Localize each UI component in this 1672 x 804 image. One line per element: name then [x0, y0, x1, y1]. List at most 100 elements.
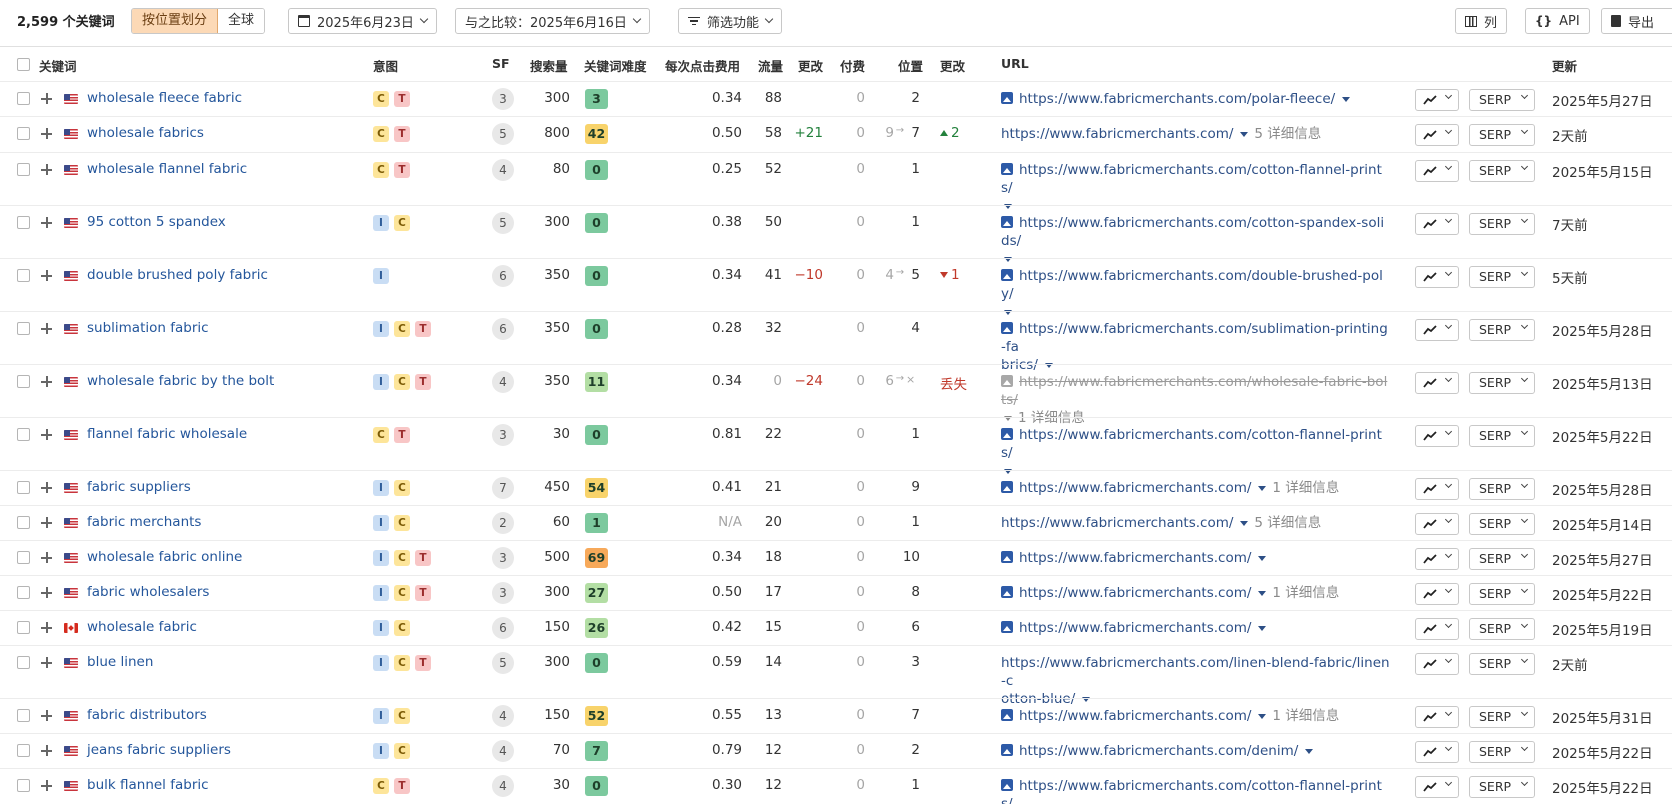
header-position[interactable]: 位置 [898, 56, 923, 75]
row-checkbox[interactable] [17, 481, 30, 494]
sf-badge[interactable]: 4 [492, 371, 514, 393]
chart-dropdown-button[interactable] [1415, 372, 1459, 394]
header-position-change[interactable]: 更改 [940, 56, 965, 75]
details-link[interactable]: 1 详细信息 [1272, 585, 1339, 601]
url-link[interactable]: https://www.fabricmerchants.com/linen-bl… [1001, 655, 1390, 689]
url-link[interactable]: https://www.fabricmerchants.com/ [1001, 126, 1233, 142]
add-keyword-icon[interactable] [41, 376, 52, 387]
keyword-link[interactable]: 95 cotton 5 spandex [87, 214, 226, 230]
header-updated[interactable]: 更新 [1552, 56, 1577, 75]
keyword-link[interactable]: wholesale fabrics [87, 125, 204, 141]
row-checkbox[interactable] [17, 375, 30, 388]
header-cpc[interactable]: 每次点击费用 [665, 56, 740, 75]
serp-dropdown-button[interactable]: SERP [1469, 124, 1535, 146]
add-keyword-icon[interactable] [41, 587, 52, 598]
url-link[interactable]: https://www.fabricmerchants.com/ [1019, 550, 1251, 566]
add-keyword-icon[interactable] [41, 622, 52, 633]
serp-dropdown-button[interactable]: SERP [1469, 160, 1535, 182]
url-link[interactable]: https://www.fabricmerchants.com/cotton-f… [1001, 778, 1382, 804]
serp-dropdown-button[interactable]: SERP [1469, 548, 1535, 570]
chart-dropdown-button[interactable] [1415, 653, 1459, 675]
chart-dropdown-button[interactable] [1415, 319, 1459, 341]
url-link[interactable]: https://www.fabricmerchants.com/ [1019, 480, 1251, 496]
export-button[interactable]: 导出 [1601, 8, 1672, 34]
serp-dropdown-button[interactable]: SERP [1469, 213, 1535, 235]
sf-badge[interactable]: 5 [492, 123, 514, 145]
api-button[interactable]: {} API [1525, 8, 1590, 34]
url-link[interactable]: https://www.fabricmerchants.com/ [1019, 708, 1251, 724]
url-link[interactable]: https://www.fabricmerchants.com/cotton-f… [1001, 427, 1382, 461]
url-link[interactable]: https://www.fabricmerchants.com/ [1019, 620, 1251, 636]
add-keyword-icon[interactable] [41, 164, 52, 175]
row-checkbox[interactable] [17, 709, 30, 722]
sf-badge[interactable]: 3 [492, 547, 514, 569]
url-link[interactable]: https://www.fabricmerchants.com/sublimat… [1001, 321, 1388, 355]
sf-badge[interactable]: 3 [492, 582, 514, 604]
add-keyword-icon[interactable] [41, 323, 52, 334]
row-checkbox[interactable] [17, 269, 30, 282]
details-link[interactable]: 5 详细信息 [1254, 126, 1321, 142]
chart-dropdown-button[interactable] [1415, 618, 1459, 640]
keyword-link[interactable]: fabric merchants [87, 514, 201, 530]
url-link-continued[interactable]: brics/ [1001, 357, 1038, 373]
chart-dropdown-button[interactable] [1415, 266, 1459, 288]
chevron-down-icon[interactable] [1240, 132, 1249, 137]
row-checkbox[interactable] [17, 779, 30, 792]
details-link[interactable]: 5 详细信息 [1254, 515, 1321, 531]
header-url[interactable]: URL [1001, 56, 1029, 71]
keyword-link[interactable]: wholesale fleece fabric [87, 90, 242, 106]
chart-dropdown-button[interactable] [1415, 706, 1459, 728]
header-paid[interactable]: 付费 [840, 56, 865, 75]
date-picker[interactable]: 2025年6月23日 [288, 8, 437, 34]
header-keyword[interactable]: 关键词 [39, 56, 77, 75]
details-link[interactable]: 1 详细信息 [1272, 708, 1339, 724]
url-link[interactable]: https://www.fabricmerchants.com/ [1019, 585, 1251, 601]
chart-dropdown-button[interactable] [1415, 213, 1459, 235]
chart-dropdown-button[interactable] [1415, 513, 1459, 535]
row-checkbox[interactable] [17, 322, 30, 335]
details-link[interactable]: 1 详细信息 [1018, 410, 1085, 426]
keyword-link[interactable]: wholesale fabric [87, 619, 197, 635]
row-checkbox[interactable] [17, 586, 30, 599]
details-link[interactable]: 1 详细信息 [1272, 480, 1339, 496]
row-checkbox[interactable] [17, 621, 30, 634]
url-link[interactable]: https://www.fabricmerchants.com/double-b… [1001, 268, 1383, 302]
sf-badge[interactable]: 5 [492, 212, 514, 234]
serp-dropdown-button[interactable]: SERP [1469, 513, 1535, 535]
serp-dropdown-button[interactable]: SERP [1469, 425, 1535, 447]
header-intent[interactable]: 意图 [373, 56, 398, 75]
keyword-link[interactable]: flannel fabric wholesale [87, 426, 247, 442]
url-link[interactable]: https://www.fabricmerchants.com/cotton-s… [1001, 215, 1384, 249]
add-keyword-icon[interactable] [41, 217, 52, 228]
chart-dropdown-button[interactable] [1415, 89, 1459, 111]
add-keyword-icon[interactable] [41, 517, 52, 528]
url-link[interactable]: https://www.fabricmerchants.com/denim/ [1019, 743, 1298, 759]
sf-badge[interactable]: 6 [492, 265, 514, 287]
segment-by-position[interactable]: 按位置划分 [132, 9, 219, 33]
add-keyword-icon[interactable] [41, 657, 52, 668]
compare-date-picker[interactable]: 与之比较：2025年6月16日 [455, 8, 650, 34]
serp-dropdown-button[interactable]: SERP [1469, 741, 1535, 763]
row-checkbox[interactable] [17, 163, 30, 176]
select-all-checkbox[interactable] [17, 58, 30, 71]
keyword-link[interactable]: fabric suppliers [87, 479, 191, 495]
keyword-link[interactable]: bulk flannel fabric [87, 777, 209, 793]
columns-button[interactable]: 列 [1455, 8, 1508, 34]
sf-badge[interactable]: 7 [492, 477, 514, 499]
sf-badge[interactable]: 2 [492, 512, 514, 534]
keyword-link[interactable]: wholesale fabric online [87, 549, 242, 565]
header-volume[interactable]: 搜索量 [530, 56, 568, 75]
keyword-link[interactable]: sublimation fabric [87, 320, 209, 336]
sf-badge[interactable]: 5 [492, 652, 514, 674]
keyword-link[interactable]: wholesale fabric by the bolt [87, 373, 274, 389]
chart-dropdown-button[interactable] [1415, 124, 1459, 146]
serp-dropdown-button[interactable]: SERP [1469, 372, 1535, 394]
add-keyword-icon[interactable] [41, 552, 52, 563]
sf-badge[interactable]: 6 [492, 318, 514, 340]
header-kd[interactable]: 关键词难度 [584, 56, 647, 75]
sf-badge[interactable]: 6 [492, 617, 514, 639]
row-checkbox[interactable] [17, 428, 30, 441]
sf-badge[interactable]: 3 [492, 88, 514, 110]
chart-dropdown-button[interactable] [1415, 425, 1459, 447]
add-keyword-icon[interactable] [41, 429, 52, 440]
